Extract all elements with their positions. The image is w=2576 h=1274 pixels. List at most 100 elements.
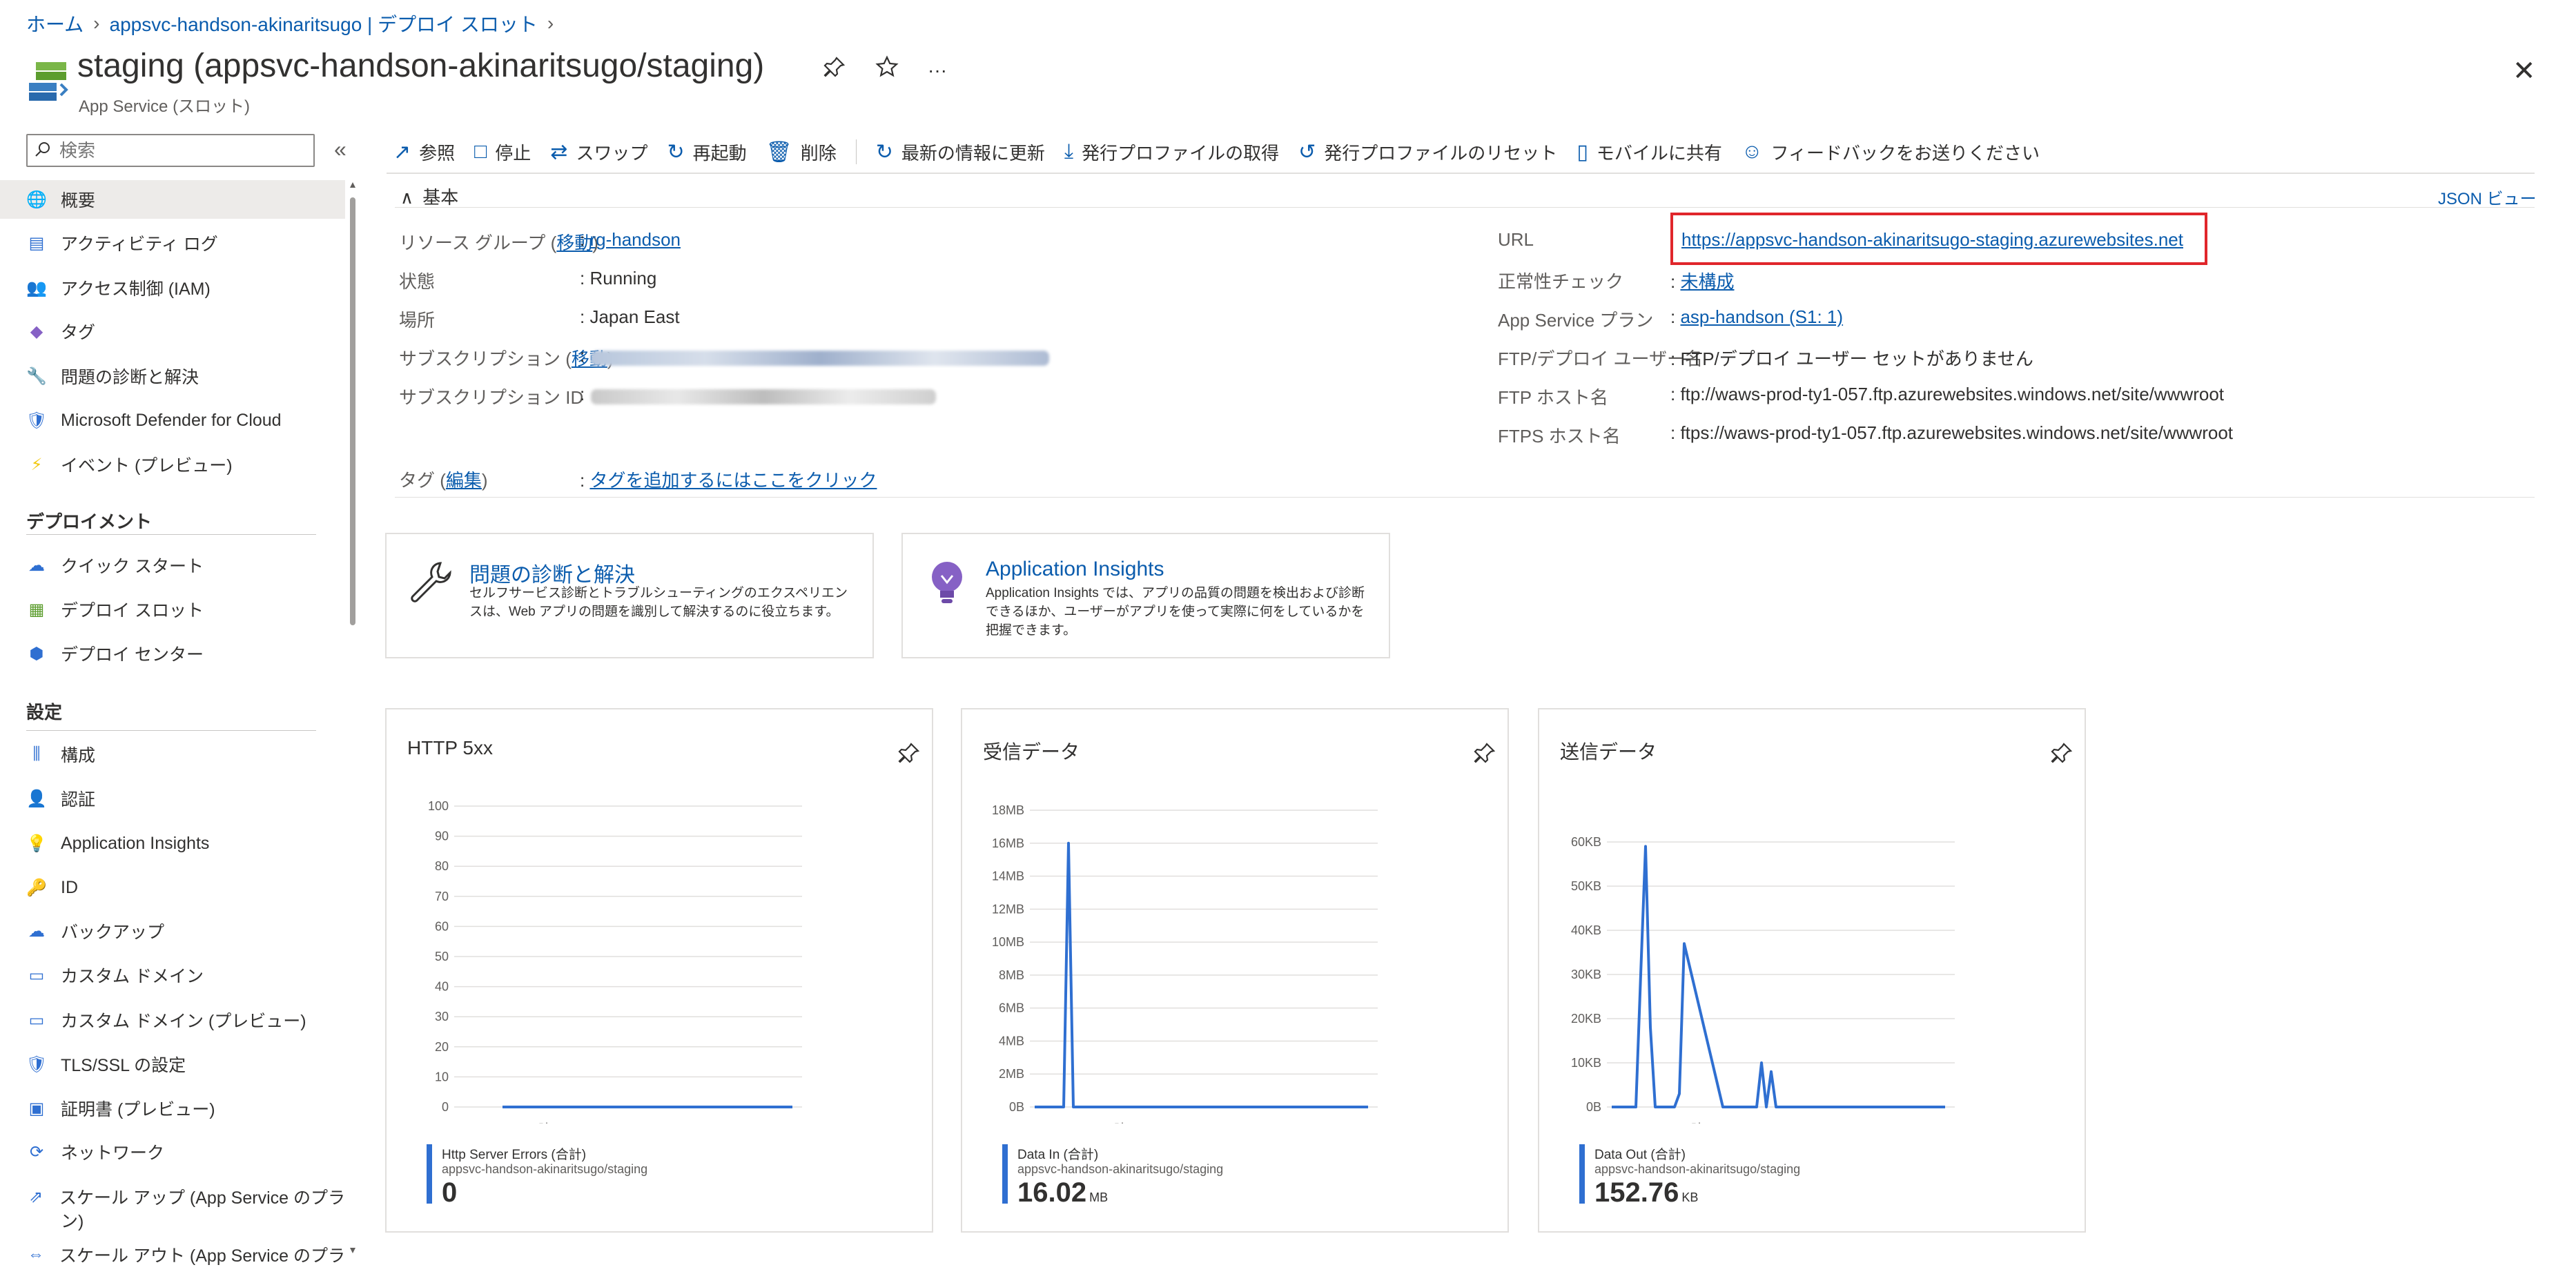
legend-total-value: 152.76 KB	[1594, 1177, 1699, 1208]
x-tick-label: 20時	[525, 1122, 551, 1124]
sidebar-item-slot[interactable]: ▦ デプロイ スロット	[0, 590, 345, 629]
restart-button[interactable]: ↻ 再起動	[667, 139, 746, 165]
stop-button[interactable]: □ 停止	[474, 139, 531, 165]
collapse-sidebar-icon[interactable]: «	[334, 137, 347, 162]
subscription-value: :	[580, 345, 585, 366]
edit-tags-link[interactable]: 編集	[446, 470, 482, 491]
tags-value: : タグを追加するにはここをクリック	[580, 470, 877, 491]
chart-panel[interactable]: HTTP 5xx100908070605040302010019:4520時20…	[385, 708, 933, 1233]
feedback-button[interactable]: ☺ フィードバックをお送りください	[1741, 139, 2040, 165]
backup-icon: ☁	[28, 921, 45, 941]
sidebar-item-lightning[interactable]: ⚡ イベント (プレビュー)	[0, 445, 345, 484]
toolbar-label: フィードバックをお送りください	[1770, 142, 2040, 164]
reset-button[interactable]: ↺ 発行プロファイルのリセット	[1298, 139, 1557, 165]
app-service-slot-icon	[26, 59, 69, 102]
add-tags-link[interactable]: タグを追加するにはここをクリック	[589, 470, 877, 491]
sidebar-item-sliders[interactable]: ⫼ 構成	[0, 735, 345, 774]
sidebar-item-network[interactable]: ⟳ ネットワーク	[0, 1133, 345, 1171]
domain-icon: ▭	[28, 1010, 45, 1030]
toolbar-label: 停止	[495, 142, 531, 164]
wrench-icon: 🔧	[26, 366, 47, 386]
health-check-link[interactable]: 未構成	[1680, 271, 1734, 292]
sidebar-item-cube[interactable]: ⬢ デプロイ センター	[0, 634, 345, 673]
y-tick-label: 60KB	[1571, 835, 1601, 849]
app-insights-card-title[interactable]: Application Insights	[986, 558, 1164, 581]
breadcrumb: ホーム › appsvc-handson-akinaritsugo | デプロイ…	[26, 10, 554, 37]
breadcrumb-parent[interactable]: appsvc-handson-akinaritsugo | デプロイ スロット	[110, 10, 538, 37]
refresh-button[interactable]: ↻ 最新の情報に更新	[876, 139, 1045, 165]
sidebar-item-label: 認証	[61, 790, 96, 810]
chevron-up-icon: ∧	[400, 187, 414, 208]
legend-series-resource: appsvc-handson-akinaritsugo/staging	[1594, 1162, 1801, 1176]
more-options-icon[interactable]: ···	[928, 59, 947, 81]
x-tick-label: 20:15	[1181, 1122, 1212, 1124]
sidebar-item-scale-up[interactable]: ⇗ スケール アップ (App Service のプラ	[0, 1177, 345, 1216]
section-divider	[26, 730, 316, 731]
sidebar-item-iam[interactable]: 👥 アクセス制御 (IAM)	[0, 268, 345, 307]
favorite-star-icon[interactable]	[875, 55, 899, 85]
sidebar-item-cloud[interactable]: ☁ クイック スタート	[0, 546, 345, 585]
url-link[interactable]: https://appsvc-handson-akinaritsugo-stag…	[1681, 229, 2183, 250]
toolbar-divider	[387, 173, 2535, 174]
delete-button[interactable]: 🗑 削除	[766, 139, 837, 165]
sidebar-item-scale-out[interactable]: ⇔ スケール アウト (App Service のプラ	[0, 1235, 345, 1274]
legend-series-resource: appsvc-handson-akinaritsugo/staging	[442, 1162, 648, 1176]
chart-panel[interactable]: 受信データ18MB16MB14MB12MB10MB8MB6MB4MB2MB0B1…	[961, 708, 1509, 1233]
toolbar-separator	[855, 139, 857, 164]
essentials-toggle[interactable]: ∧ 基本	[400, 184, 458, 209]
domain-icon: ▭	[28, 966, 45, 985]
ftp-host-value: : ftp://waws-prod-ty1-057.ftp.azurewebsi…	[1670, 384, 2225, 404]
legend-total-value: 0	[442, 1177, 458, 1208]
browse-button[interactable]: ↗ 参照	[393, 139, 455, 165]
sidebar-item-backup[interactable]: ☁ バックアップ	[0, 912, 345, 950]
x-tick-label: 20:30	[1265, 1122, 1296, 1124]
chevron-right-icon: ›	[547, 12, 554, 34]
search-input[interactable]	[58, 139, 295, 162]
sidebar-scrollbar[interactable]	[349, 181, 356, 1257]
breadcrumb-home[interactable]: ホーム	[26, 10, 84, 37]
refresh-icon: ↻	[875, 140, 893, 164]
subscription-id-value: :	[580, 384, 585, 404]
sidebar-item-activity-log[interactable]: ▤ アクティビティ ログ	[0, 224, 345, 262]
sidebar-item-domain[interactable]: ▭ カスタム ドメイン	[0, 956, 345, 994]
diagnose-card[interactable]: 問題の診断と解決 セルフサービス診断とトラブルシューティングのエクスペリエンスは…	[385, 533, 874, 658]
app-insights-card[interactable]: Application Insights Application Insight…	[901, 533, 1390, 658]
subscription-redacted[interactable]	[591, 351, 1049, 366]
sidebar-item-label: スケール アップ (App Service のプラ	[59, 1188, 345, 1208]
sidebar-item-wrench[interactable]: 🔧 問題の診断と解決	[0, 357, 345, 395]
shield-icon: 🛡	[26, 411, 48, 430]
json-view-link[interactable]: JSON ビュー	[2438, 185, 2537, 209]
sidebar-item-user[interactable]: 👤 認証	[0, 779, 345, 818]
swap-button[interactable]: ⇄ スワップ	[550, 139, 647, 165]
mobile-icon: ▯	[1577, 140, 1588, 164]
x-tick-label: 20:30	[689, 1122, 720, 1124]
close-icon[interactable]: ✕	[2512, 55, 2536, 87]
sidebar-item-label: デプロイ センター	[61, 645, 204, 665]
sidebar-item-bulb[interactable]: 💡 Application Insights	[0, 824, 345, 863]
pin-icon[interactable]	[823, 55, 846, 85]
download-button[interactable]: ⤓ 発行プロファイルの取得	[1064, 139, 1279, 165]
legend-series-name: Data Out (合計)	[1594, 1148, 1686, 1162]
plan-link[interactable]: asp-handson (S1: 1)	[1680, 306, 1843, 327]
sidebar-item-label: タグ	[61, 323, 96, 342]
y-tick-label: 12MB	[992, 902, 1024, 916]
chart-panel[interactable]: 送信データ60KB50KB40KB30KB20KB10KB0B19:4520時2…	[1538, 708, 2086, 1233]
sidebar-item-label: ID	[61, 877, 78, 897]
y-tick-label: 40KB	[1571, 923, 1601, 937]
sidebar-item-label: バックアップ	[61, 923, 165, 942]
sidebar-item-shield[interactable]: 🛡 Microsoft Defender for Cloud	[0, 401, 345, 440]
sidebar-item-tag[interactable]: ◆ タグ	[0, 312, 345, 351]
sidebar-item-overview[interactable]: 🌐 概要	[0, 180, 345, 219]
bulb-icon: 💡	[26, 834, 47, 853]
url-value: https://appsvc-handson-akinaritsugo-stag…	[1670, 229, 2183, 251]
ftps-host-label: FTPS ホスト名	[1498, 426, 1621, 447]
toolbar-label: 再起動	[692, 142, 747, 164]
wrench-icon	[407, 559, 453, 608]
sidebar-item-shield[interactable]: 🛡 TLS/SSL の設定	[0, 1045, 345, 1084]
mobile-button[interactable]: ▯ モバイルに共有	[1577, 139, 1722, 165]
sidebar-item-key[interactable]: 🔑 ID	[0, 868, 345, 907]
resource-group-link[interactable]: rg-handson	[589, 229, 681, 250]
sidebar-item-domain[interactable]: ▭ カスタム ドメイン (プレビュー)	[0, 1001, 345, 1039]
scale-up-icon: ⇗	[28, 1187, 43, 1206]
sidebar-item-certificate[interactable]: ▣ 証明書 (プレビュー)	[0, 1089, 345, 1128]
